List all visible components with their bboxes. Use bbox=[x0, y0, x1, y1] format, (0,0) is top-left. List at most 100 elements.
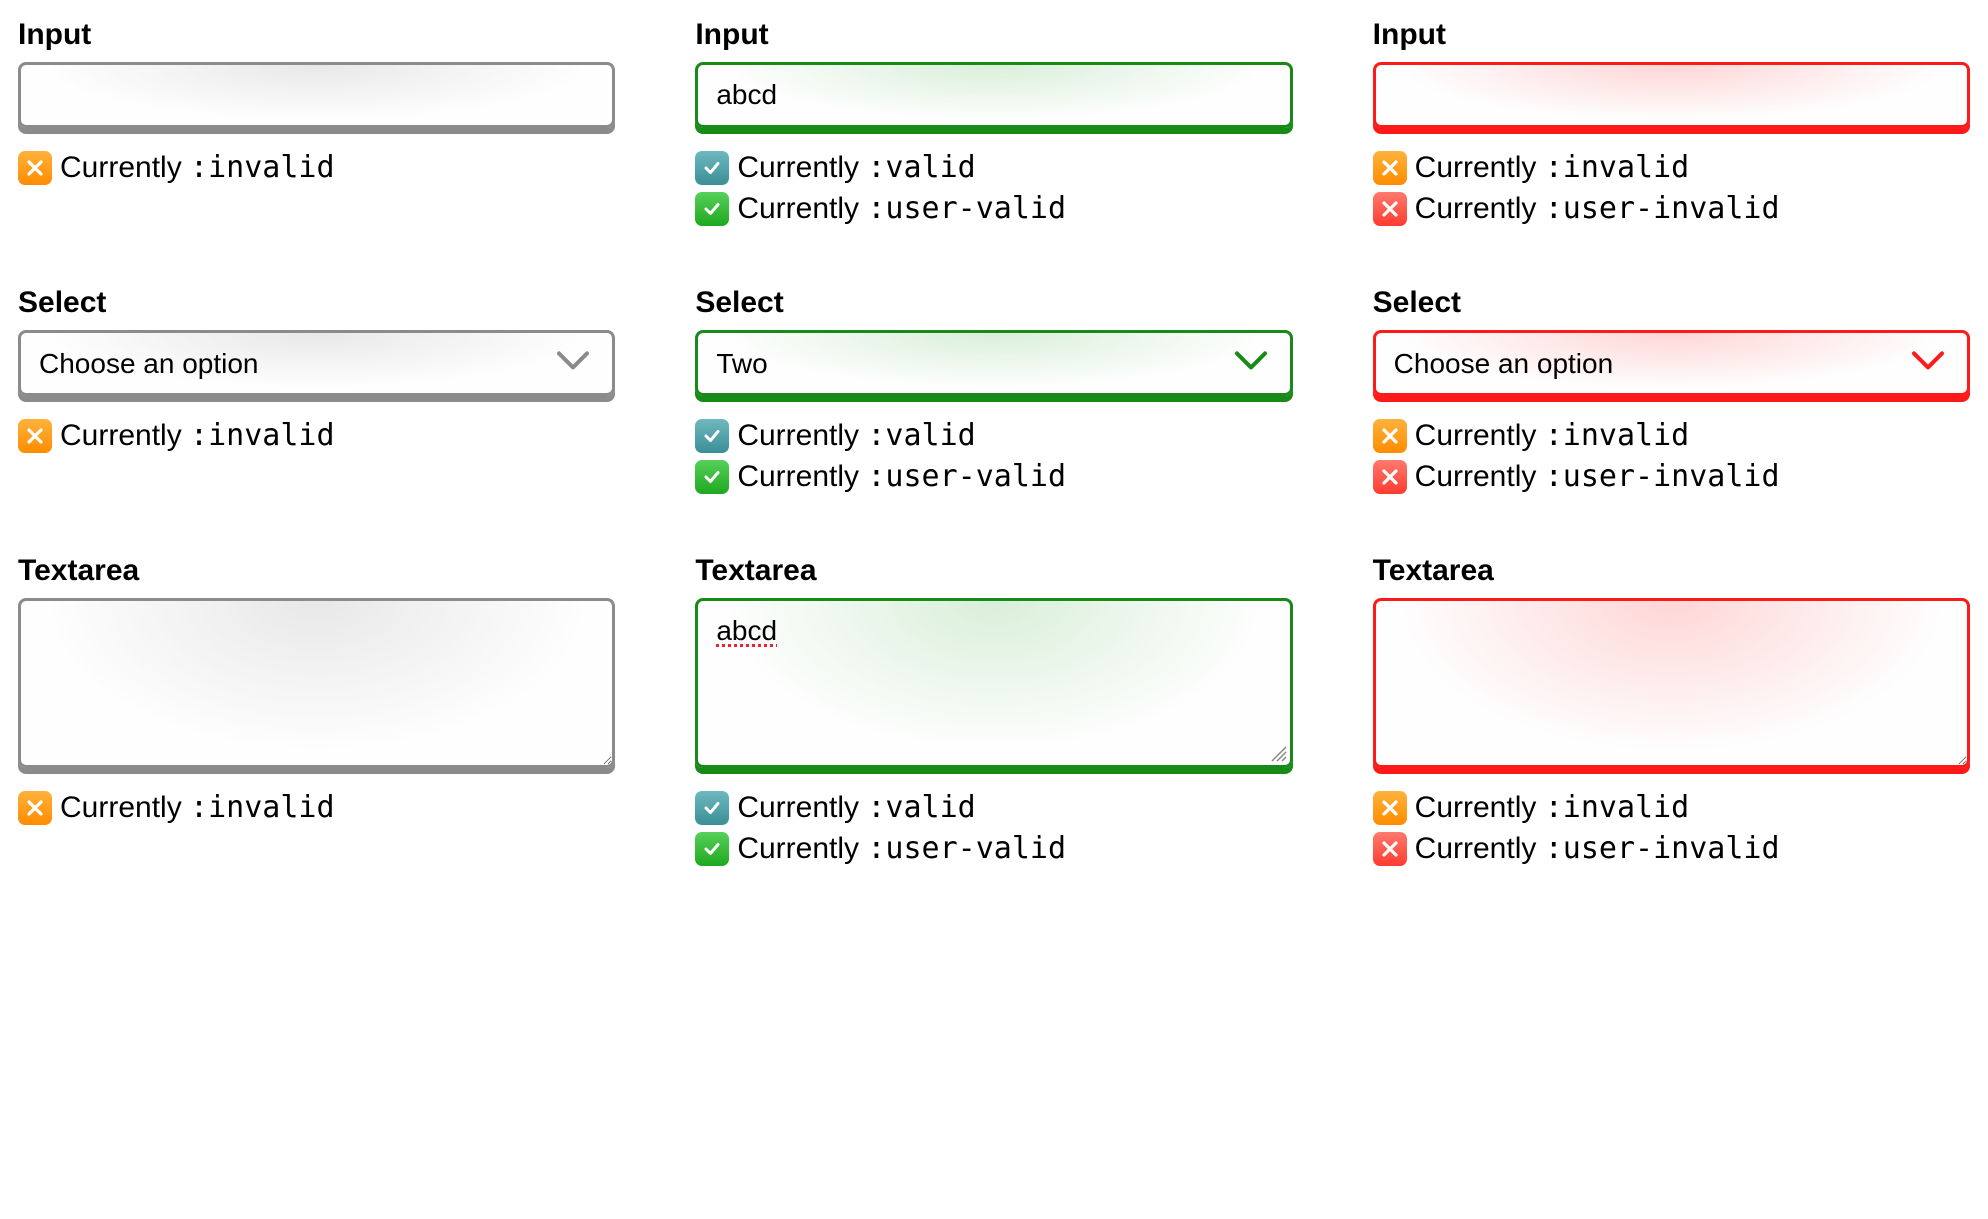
cross-icon bbox=[1373, 460, 1407, 494]
select-wrap: Two bbox=[695, 330, 1292, 396]
status-list: Currently :valid Currently :user-valid bbox=[695, 150, 1292, 226]
status-prefix: Currently bbox=[737, 192, 867, 225]
status-prefix: Currently bbox=[1415, 791, 1545, 824]
status-prefix: Currently bbox=[1415, 419, 1545, 452]
select-wrap: Choose an option bbox=[1373, 330, 1970, 396]
select-wrap: Choose an option bbox=[18, 330, 615, 396]
select-valid-cell: Select Two Currently :valid Currently :u… bbox=[695, 286, 1292, 494]
textarea-neutral[interactable] bbox=[18, 598, 615, 768]
cross-icon bbox=[18, 151, 52, 185]
check-icon bbox=[695, 419, 729, 453]
form-states-grid: Input Currently :invalid Input Currently… bbox=[18, 18, 1970, 866]
textarea-label: Textarea bbox=[1373, 554, 1970, 588]
status-invalid: Currently :invalid bbox=[1373, 790, 1970, 825]
input-neutral[interactable] bbox=[18, 62, 615, 128]
status-prefix: Currently bbox=[1415, 151, 1545, 184]
status-invalid: Currently :invalid bbox=[18, 150, 615, 185]
status-prefix: Currently bbox=[60, 791, 190, 824]
status-prefix: Currently bbox=[737, 460, 867, 493]
cross-icon bbox=[18, 419, 52, 453]
cross-icon bbox=[1373, 151, 1407, 185]
select-invalid[interactable]: Choose an option bbox=[1373, 330, 1970, 396]
status-pseudo: :user-invalid bbox=[1545, 459, 1780, 494]
status-pseudo: :invalid bbox=[1545, 150, 1690, 185]
select-valid[interactable]: Two bbox=[695, 330, 1292, 396]
status-invalid: Currently :invalid bbox=[18, 790, 615, 825]
status-valid: Currently :valid bbox=[695, 790, 1292, 825]
status-invalid: Currently :invalid bbox=[1373, 150, 1970, 185]
textarea-label: Textarea bbox=[18, 554, 615, 588]
status-list: Currently :invalid Currently :user-inval… bbox=[1373, 418, 1970, 494]
status-prefix: Currently bbox=[737, 791, 867, 824]
cross-icon bbox=[1373, 832, 1407, 866]
cross-icon bbox=[1373, 419, 1407, 453]
status-user-valid: Currently :user-valid bbox=[695, 831, 1292, 866]
check-icon bbox=[695, 832, 729, 866]
textarea-invalid[interactable] bbox=[1373, 598, 1970, 768]
status-pseudo: :valid bbox=[867, 790, 975, 825]
input-valid[interactable] bbox=[695, 62, 1292, 128]
status-valid: Currently :valid bbox=[695, 150, 1292, 185]
status-user-invalid: Currently :user-invalid bbox=[1373, 191, 1970, 226]
check-icon bbox=[695, 460, 729, 494]
status-pseudo: :invalid bbox=[190, 150, 335, 185]
input-label: Input bbox=[695, 18, 1292, 52]
status-invalid: Currently :invalid bbox=[18, 418, 615, 453]
status-prefix: Currently bbox=[1415, 460, 1545, 493]
status-list: Currently :invalid bbox=[18, 150, 615, 185]
textarea-neutral-cell: Textarea Currently :invalid bbox=[18, 554, 615, 866]
check-icon bbox=[695, 192, 729, 226]
status-pseudo: :valid bbox=[867, 418, 975, 453]
cross-icon bbox=[1373, 192, 1407, 226]
textarea-invalid-cell: Textarea Currently :invalid Currently :u… bbox=[1373, 554, 1970, 866]
status-prefix: Currently bbox=[1415, 832, 1545, 865]
status-pseudo: :invalid bbox=[1545, 790, 1690, 825]
status-user-invalid: Currently :user-invalid bbox=[1373, 459, 1970, 494]
status-pseudo: :invalid bbox=[190, 790, 335, 825]
check-icon bbox=[695, 791, 729, 825]
input-invalid[interactable] bbox=[1373, 62, 1970, 128]
status-pseudo: :user-invalid bbox=[1545, 191, 1780, 226]
input-neutral-cell: Input Currently :invalid bbox=[18, 18, 615, 226]
status-list: Currently :invalid Currently :user-inval… bbox=[1373, 150, 1970, 226]
check-icon bbox=[695, 151, 729, 185]
textarea-valid[interactable]: abcd bbox=[695, 598, 1292, 768]
status-list: Currently :invalid Currently :user-inval… bbox=[1373, 790, 1970, 866]
status-pseudo: :invalid bbox=[190, 418, 335, 453]
status-prefix: Currently bbox=[1415, 192, 1545, 225]
status-pseudo: :invalid bbox=[1545, 418, 1690, 453]
cross-icon bbox=[18, 791, 52, 825]
status-pseudo: :user-valid bbox=[867, 191, 1066, 226]
input-label: Input bbox=[18, 18, 615, 52]
select-invalid-cell: Select Choose an option Currently :inval… bbox=[1373, 286, 1970, 494]
textarea-value: abcd bbox=[716, 615, 777, 646]
status-prefix: Currently bbox=[60, 419, 190, 452]
status-user-valid: Currently :user-valid bbox=[695, 459, 1292, 494]
status-pseudo: :user-valid bbox=[867, 459, 1066, 494]
status-list: Currently :invalid bbox=[18, 790, 615, 825]
status-prefix: Currently bbox=[737, 832, 867, 865]
status-user-valid: Currently :user-valid bbox=[695, 191, 1292, 226]
textarea-valid-cell: Textarea abcd Currently :valid Currently… bbox=[695, 554, 1292, 866]
status-pseudo: :user-valid bbox=[867, 831, 1066, 866]
select-neutral-cell: Select Choose an option Currently :inval… bbox=[18, 286, 615, 494]
status-prefix: Currently bbox=[60, 151, 190, 184]
status-user-invalid: Currently :user-invalid bbox=[1373, 831, 1970, 866]
status-invalid: Currently :invalid bbox=[1373, 418, 1970, 453]
textarea-label: Textarea bbox=[695, 554, 1292, 588]
cross-icon bbox=[1373, 791, 1407, 825]
status-prefix: Currently bbox=[737, 419, 867, 452]
select-neutral[interactable]: Choose an option bbox=[18, 330, 615, 396]
status-list: Currently :valid Currently :user-valid bbox=[695, 418, 1292, 494]
select-label: Select bbox=[695, 286, 1292, 320]
select-label: Select bbox=[18, 286, 615, 320]
select-label: Select bbox=[1373, 286, 1970, 320]
status-pseudo: :user-invalid bbox=[1545, 831, 1780, 866]
input-label: Input bbox=[1373, 18, 1970, 52]
status-list: Currently :valid Currently :user-valid bbox=[695, 790, 1292, 866]
status-pseudo: :valid bbox=[867, 150, 975, 185]
resize-handle-icon bbox=[1268, 743, 1288, 763]
status-valid: Currently :valid bbox=[695, 418, 1292, 453]
status-prefix: Currently bbox=[737, 151, 867, 184]
input-invalid-cell: Input Currently :invalid Currently :user… bbox=[1373, 18, 1970, 226]
